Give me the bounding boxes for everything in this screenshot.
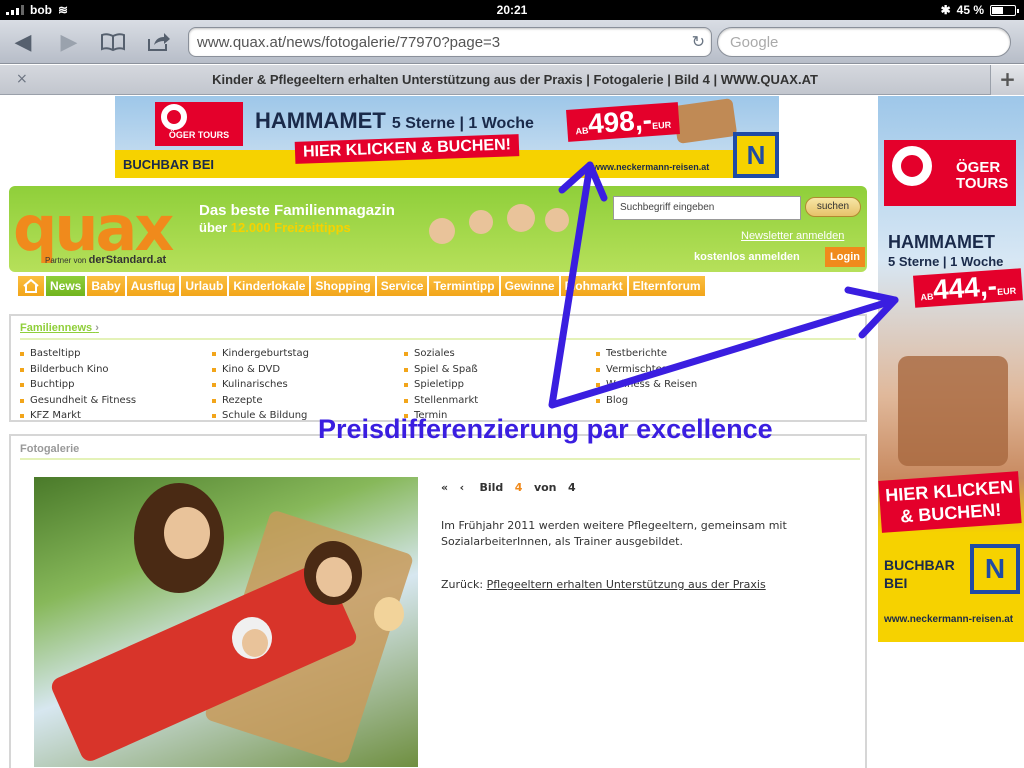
category-link[interactable]: Gesundheit & Fitness bbox=[20, 393, 136, 409]
divider bbox=[20, 338, 856, 340]
nav-baby[interactable]: Baby bbox=[87, 276, 125, 296]
category-column-2: Kindergeburtstag Kino & DVD Kulinarische… bbox=[212, 346, 309, 424]
neckermann-logo: N bbox=[733, 132, 779, 178]
ad-site: www.neckermann-reisen.at bbox=[884, 614, 1014, 625]
category-link[interactable]: KFZ Markt bbox=[20, 408, 136, 424]
nav-ausflug[interactable]: Ausflug bbox=[126, 276, 180, 296]
partner-label: Partner von derStandard.at bbox=[45, 254, 167, 266]
fotogalerie-box: Fotogalerie « ‹ Bild 4 von 4 Im Frühjahr… bbox=[9, 434, 867, 768]
category-link[interactable]: Kulinarisches bbox=[212, 377, 309, 393]
url-text: www.quax.at/news/fotogalerie/77970?page=… bbox=[197, 34, 501, 51]
category-column-1: Basteltipp Bilderbuch Kino Buchtipp Gesu… bbox=[20, 346, 136, 424]
category-column-3: Soziales Spiel & Spaß Spieletipp Stellen… bbox=[404, 346, 478, 424]
clock: 20:21 bbox=[496, 3, 528, 17]
browser-toolbar: ◀ ▶ www.quax.at/news/fotogalerie/77970?p… bbox=[0, 20, 1024, 64]
oeger-tours-logo: ÖGER TOURS bbox=[155, 102, 243, 146]
address-bar[interactable]: www.quax.at/news/fotogalerie/77970?page=… bbox=[188, 27, 712, 57]
newsletter-link[interactable]: Newsletter anmelden bbox=[741, 230, 844, 242]
oeger-tours-logo: ÖGER TOURS bbox=[884, 140, 1016, 206]
familiennews-box: Familiennews › Basteltipp Bilderbuch Kin… bbox=[9, 314, 867, 422]
top-banner-ad[interactable]: ÖGER TOURS HAMMAMET 5 Sterne | 1 Woche A… bbox=[115, 96, 779, 178]
bookmarks-icon[interactable] bbox=[98, 28, 128, 56]
tab-bar: × Kinder & Pflegeeltern erhalten Unterst… bbox=[0, 65, 1024, 95]
ipad-screen: bob ≋ 20:21 ✱ 45 % ◀ ▶ www.quax.at/news/… bbox=[0, 0, 1024, 768]
new-tab-button[interactable]: + bbox=[990, 65, 1024, 95]
back-article-link[interactable]: Pflegeeltern erhalten Unterstützung aus … bbox=[487, 578, 766, 591]
home-icon[interactable] bbox=[18, 276, 44, 296]
deckchair-image bbox=[898, 356, 1008, 466]
battery-percent: 45 % bbox=[956, 3, 984, 17]
side-skyscraper-ad[interactable]: ÖGER TOURS HAMMAMET 5 Sterne | 1 Woche A… bbox=[878, 96, 1024, 642]
login-button[interactable]: Login bbox=[825, 247, 865, 267]
site-search-input[interactable]: Suchbegriff eingeben bbox=[613, 196, 801, 220]
ad-buchbar: BUCHBAR BEI bbox=[884, 557, 955, 591]
ad-buchbar: BUCHBAR BEI bbox=[123, 157, 214, 172]
photo-caption: Im Frühjahr 2011 werden weitere Pflegeel… bbox=[441, 519, 787, 548]
category-link[interactable]: Rezepte bbox=[212, 393, 309, 409]
category-link[interactable]: Buchtipp bbox=[20, 377, 136, 393]
category-link[interactable]: Vermischtes bbox=[596, 362, 697, 378]
reload-icon[interactable]: ↻ bbox=[692, 32, 705, 52]
deckchair-image bbox=[672, 98, 738, 144]
status-bar: bob ≋ 20:21 ✱ 45 % bbox=[0, 0, 1024, 20]
nav-termintipp[interactable]: Termintipp bbox=[429, 276, 499, 296]
search-field[interactable]: Google bbox=[717, 27, 1011, 57]
category-link[interactable]: Kindergeburtstag bbox=[212, 346, 309, 362]
battery-icon bbox=[990, 4, 1019, 16]
nav-urlaub[interactable]: Urlaub bbox=[181, 276, 228, 296]
nav-shopping[interactable]: Shopping bbox=[311, 276, 375, 296]
category-column-4: Testberichte Vermischtes Wellness & Reis… bbox=[596, 346, 697, 408]
nav-flohmarkt[interactable]: Flohmarkt bbox=[560, 276, 627, 296]
fotogalerie-title: Fotogalerie bbox=[20, 443, 80, 455]
gallery-photo[interactable] bbox=[34, 477, 418, 767]
tagline: Das beste Familienmagazin bbox=[199, 202, 395, 219]
bluetooth-icon: ✱ bbox=[940, 3, 951, 17]
close-tab-icon[interactable]: × bbox=[16, 71, 28, 87]
category-link[interactable]: Soziales bbox=[404, 346, 478, 362]
tagline-sub: über 12.000 Freizeittipps bbox=[199, 220, 351, 235]
prev-page-link[interactable]: ‹ bbox=[460, 481, 465, 494]
total-pages: 4 bbox=[568, 481, 576, 494]
category-link[interactable]: Testberichte bbox=[596, 346, 697, 362]
gallery-pager: « ‹ Bild 4 von 4 bbox=[441, 481, 576, 494]
site-search-button[interactable]: suchen bbox=[805, 197, 861, 217]
category-link[interactable]: Stellenmarkt bbox=[404, 393, 478, 409]
current-page: 4 bbox=[514, 481, 523, 494]
category-link[interactable]: Wellness & Reisen bbox=[596, 377, 697, 393]
ad-subline: 5 Sterne | 1 Woche bbox=[888, 254, 1004, 269]
divider bbox=[20, 458, 860, 460]
category-link[interactable]: Basteltipp bbox=[20, 346, 136, 362]
ad-headline: HAMMAMET 5 Sterne | 1 Woche bbox=[255, 108, 534, 133]
category-link[interactable]: Kino & DVD bbox=[212, 362, 309, 378]
main-nav: News Baby Ausflug Urlaub Kinderlokale Sh… bbox=[18, 276, 705, 296]
site-header: quax Partner von derStandard.at Das best… bbox=[9, 186, 867, 272]
back-icon[interactable]: ◀ bbox=[8, 28, 38, 56]
ad-headline: HAMMAMET bbox=[888, 232, 995, 252]
first-page-link[interactable]: « bbox=[441, 481, 448, 494]
ad-price: AB444,-EUR bbox=[913, 268, 1023, 308]
nav-kinderlokale[interactable]: Kinderlokale bbox=[229, 276, 310, 296]
forward-icon[interactable]: ▶ bbox=[54, 28, 84, 56]
ad-price: AB498,-EUR bbox=[566, 102, 680, 142]
familiennews-title[interactable]: Familiennews › bbox=[20, 322, 99, 334]
ad-site: www.neckermann-reisen.at bbox=[593, 162, 710, 172]
category-link[interactable]: Bilderbuch Kino bbox=[20, 362, 136, 378]
tab-title[interactable]: Kinder & Pflegeeltern erhalten Unterstüt… bbox=[40, 72, 990, 87]
category-link[interactable]: Spieletipp bbox=[404, 377, 478, 393]
nav-news[interactable]: News bbox=[46, 276, 86, 296]
register-link[interactable]: kostenlos anmelden bbox=[694, 251, 800, 263]
family-photo bbox=[419, 200, 589, 272]
ad-cta-button[interactable]: HIER KLICKEN & BUCHEN! bbox=[878, 471, 1022, 533]
nav-gewinne[interactable]: Gewinne bbox=[500, 276, 559, 296]
nav-service[interactable]: Service bbox=[376, 276, 428, 296]
nav-elternforum[interactable]: Elternforum bbox=[628, 276, 705, 296]
category-link[interactable]: Spiel & Spaß bbox=[404, 362, 478, 378]
share-icon[interactable] bbox=[144, 28, 174, 56]
annotation-text: Preisdifferenzierung par excellence bbox=[318, 414, 773, 444]
category-link[interactable]: Schule & Bildung bbox=[212, 408, 309, 424]
category-link[interactable]: Blog bbox=[596, 393, 697, 409]
neckermann-logo: N bbox=[970, 544, 1020, 594]
back-line: Zurück: Pflegeeltern erhalten Unterstütz… bbox=[441, 578, 766, 591]
